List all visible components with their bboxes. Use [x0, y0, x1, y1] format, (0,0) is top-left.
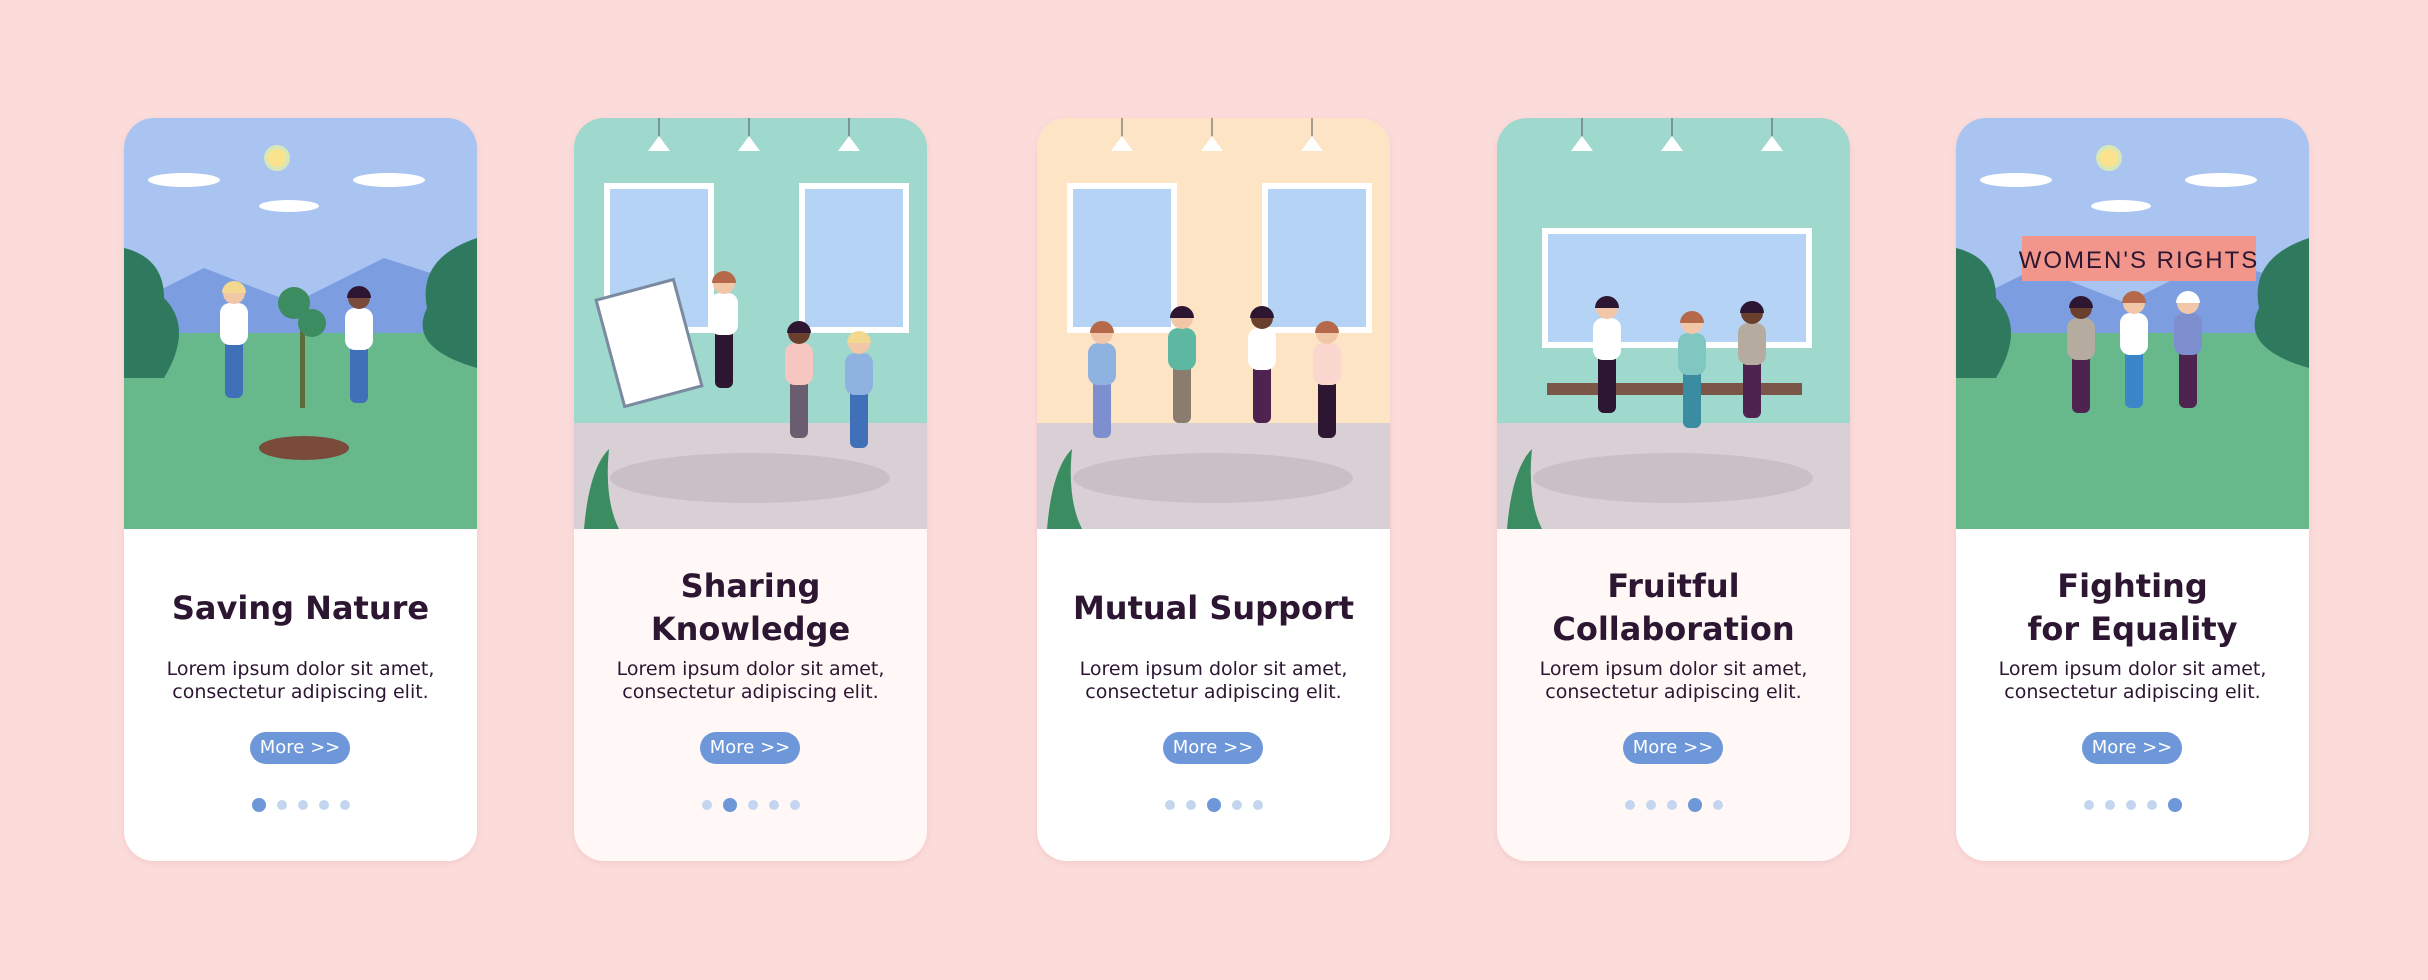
- card-description: Lorem ipsum dolor sit amet, consectetur …: [616, 658, 885, 703]
- card-title: Fruitful Collaboration: [1552, 567, 1795, 648]
- pagination-dot[interactable]: [1185, 800, 1196, 810]
- pagination-dot[interactable]: [768, 800, 779, 810]
- pagination-dot[interactable]: [339, 800, 350, 810]
- pagination-dot[interactable]: [1164, 800, 1175, 810]
- illustration: [124, 118, 477, 529]
- onboarding-card: Fruitful Collaboration Lorem ipsum dolor…: [1497, 118, 1850, 861]
- pagination-dot[interactable]: [1231, 800, 1242, 810]
- card-description: Lorem ipsum dolor sit amet, consectetur …: [1079, 658, 1348, 703]
- card-title: Mutual Support: [1072, 588, 1355, 627]
- onboarding-card: Saving Nature Lorem ipsum dolor sit amet…: [124, 118, 477, 861]
- pagination-dot[interactable]: [789, 800, 800, 810]
- pagination-dots: [124, 798, 477, 812]
- pagination-dots: [1037, 798, 1390, 812]
- card-description: Lorem ipsum dolor sit amet, consectetur …: [1539, 658, 1808, 703]
- window: [1262, 183, 1372, 333]
- sun-icon: [2096, 145, 2122, 171]
- sun-icon: [264, 145, 290, 171]
- pagination-dots: [1497, 798, 1850, 812]
- card-description: Lorem ipsum dolor sit amet, consectetur …: [166, 658, 435, 703]
- more-button[interactable]: More >>: [2082, 732, 2182, 764]
- more-button[interactable]: More >>: [1163, 732, 1263, 764]
- pagination-dot[interactable]: [1206, 798, 1221, 812]
- pagination-dot[interactable]: [2083, 800, 2094, 810]
- pagination-dot[interactable]: [297, 800, 308, 810]
- card-title: Fighting for Equality: [2027, 567, 2238, 648]
- pagination-dot[interactable]: [747, 800, 758, 810]
- pagination-dots: [574, 798, 927, 812]
- pagination-dot[interactable]: [1645, 800, 1656, 810]
- protest-banner: WOMEN'S RIGHTS: [2019, 236, 2260, 281]
- pagination-dot[interactable]: [1712, 800, 1723, 810]
- card-description: Lorem ipsum dolor sit amet, consectetur …: [1998, 658, 2267, 703]
- illustration: [574, 118, 927, 529]
- pagination-dot[interactable]: [701, 800, 712, 810]
- card-title: Saving Nature: [171, 588, 430, 627]
- pagination-dot[interactable]: [276, 800, 287, 810]
- pagination-dots: [1956, 798, 2309, 812]
- pagination-dot[interactable]: [251, 798, 266, 812]
- window: [1542, 228, 1812, 348]
- pagination-dot[interactable]: [2146, 800, 2157, 810]
- onboarding-card: Sharing Knowledge Lorem ipsum dolor sit …: [574, 118, 927, 861]
- more-button[interactable]: More >>: [700, 732, 800, 764]
- pagination-dot[interactable]: [1624, 800, 1635, 810]
- pagination-dot[interactable]: [1252, 800, 1263, 810]
- pagination-dot[interactable]: [318, 800, 329, 810]
- more-button[interactable]: More >>: [250, 732, 350, 764]
- pagination-dot[interactable]: [2167, 798, 2182, 812]
- onboarding-card: Mutual Support Lorem ipsum dolor sit ame…: [1037, 118, 1390, 861]
- card-title: Sharing Knowledge: [650, 567, 851, 648]
- illustration: WOMEN'S RIGHTS: [1956, 118, 2309, 529]
- pagination-dot[interactable]: [2104, 800, 2115, 810]
- svg-text:WOMEN'S RIGHTS: WOMEN'S RIGHTS: [2019, 247, 2260, 274]
- pagination-dot[interactable]: [722, 798, 737, 812]
- onboarding-card: WOMEN'S RIGHTS Fighting for Equality Lor…: [1956, 118, 2309, 861]
- window: [1067, 183, 1177, 333]
- pagination-dot[interactable]: [2125, 800, 2136, 810]
- illustration: [1037, 118, 1390, 529]
- more-button[interactable]: More >>: [1623, 732, 1723, 764]
- illustration: [1497, 118, 1850, 529]
- window: [799, 183, 909, 333]
- pagination-dot[interactable]: [1687, 798, 1702, 812]
- pagination-dot[interactable]: [1666, 800, 1677, 810]
